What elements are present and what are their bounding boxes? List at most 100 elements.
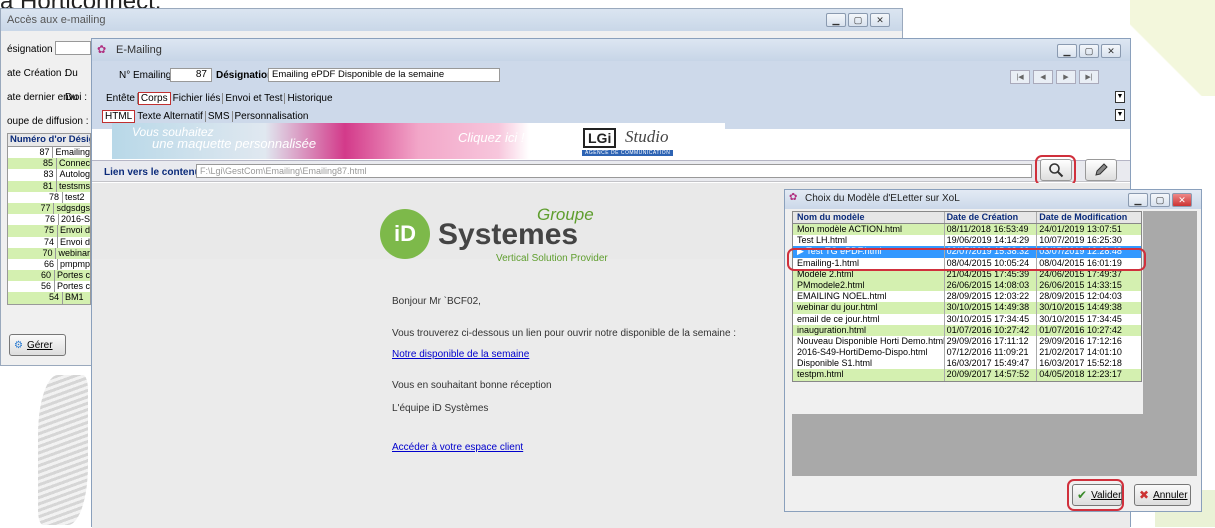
edit-template-button[interactable] (1085, 159, 1117, 181)
last-record-icon[interactable]: ▶| (1079, 70, 1099, 84)
designation-filter-input[interactable] (55, 41, 91, 55)
table-row[interactable]: Mon modèle ACTION.html 08/11/2018 16:53:4… (793, 224, 1141, 236)
maximize-icon[interactable]: ▢ (1150, 193, 1170, 207)
table-row[interactable]: PMmodele2.html 26/06/2015 14:08:03 26/06/2… (793, 279, 1141, 292)
table-row[interactable]: 2016-S49-HortiDemo-Dispo.html 07/12/2016 … (793, 347, 1141, 359)
list-item[interactable]: 87 Emailing (8, 147, 90, 159)
grid-empty-area-right (1143, 211, 1197, 476)
id-systemes-logo: iD Groupe Systemes Vertical Solution Pro… (380, 205, 620, 266)
list-item-designation: sdgsdgs (53, 202, 90, 215)
content-link-field[interactable]: F:\Lgi\GestCom\Emailing\Emailing87.html (196, 164, 1032, 178)
list-item-designation: pmpmp (56, 258, 90, 271)
template-created-cell: 28/09/2015 12:03:22 (943, 291, 1037, 303)
table-row[interactable]: Disponible S1.html 16/03/2017 15:49:47 16/… (793, 358, 1141, 370)
creation-date-from-label: Du (65, 68, 78, 79)
table-row[interactable]: EMAILING NOEL.html 28/09/2015 12:03:22 28/… (793, 291, 1141, 303)
emailing-access-window-controls: ▁ ▢ ✕ (826, 13, 890, 27)
list-item[interactable]: 77 sdgsdgs (8, 202, 90, 215)
template-name-cell: 2016-S49-HortiDemo-Dispo.html (797, 347, 928, 358)
tab-entete[interactable]: Entête (104, 92, 138, 104)
list-item-number: 75 (43, 225, 54, 236)
column-header-name[interactable]: Nom du modèle (793, 212, 944, 223)
dialog-window-controls: ▁ ▢ ✕ (1128, 193, 1192, 207)
minimize-icon[interactable]: ▁ (826, 13, 846, 27)
cancel-icon: ✖ (1139, 488, 1150, 502)
list-item-designation: BM1 (62, 292, 90, 304)
list-item-number: 85 (42, 158, 53, 169)
template-modified-cell: 04/05/2018 12:23:17 (1036, 369, 1141, 381)
template-modified-cell: 29/09/2016 17:12:16 (1036, 335, 1141, 348)
table-row[interactable]: testpm.html 20/09/2017 14:57:52 04/05/2018… (793, 369, 1141, 381)
list-item[interactable]: 83 Autolog (8, 169, 90, 181)
lgi-studio-banner[interactable]: Vous souhaitez une maquette personnalisé… (112, 123, 725, 159)
list-item-designation: Connec (55, 158, 90, 170)
table-row[interactable]: webinar du jour.html 30/10/2015 14:49:38 3… (793, 302, 1141, 314)
client-space-link[interactable]: Accéder à votre espace client (392, 442, 523, 453)
annuler-button[interactable]: ✖ Annuler (1134, 484, 1191, 506)
table-row[interactable]: Test LH.html 19/06/2019 14:14:29 10/07/201… (793, 235, 1141, 247)
list-item[interactable]: 66 pmpmp (8, 258, 90, 271)
list-item[interactable]: 56 Portes c (8, 281, 90, 293)
list-item[interactable]: 60 Portes c (8, 270, 90, 282)
id-logo-circle: iD (380, 209, 430, 259)
table-row[interactable]: Nouveau Disponible Horti Demo.html 29/09/… (793, 335, 1141, 348)
list-item[interactable]: 81 testsms (8, 180, 90, 192)
decorative-corner-shape (1130, 0, 1215, 96)
valider-button[interactable]: ✔ Valider (1072, 484, 1122, 506)
list-item-designation: Portes c (53, 281, 90, 293)
studio-logo-text: Studio (625, 127, 669, 146)
previous-record-icon[interactable]: ◀ (1033, 70, 1053, 84)
list-item[interactable]: 54 BM1 (8, 292, 90, 304)
maximize-icon[interactable]: ▢ (848, 13, 868, 27)
column-header-modified[interactable]: Date de Modification (1036, 212, 1141, 223)
close-icon[interactable]: ✕ (1101, 44, 1121, 58)
last-send-date-from-label: Du (65, 92, 78, 103)
next-record-icon[interactable]: ▶ (1056, 70, 1076, 84)
column-header-created[interactable]: Date de Création (943, 212, 1037, 223)
table-row[interactable]: inauguration.html 01/07/2016 10:27:42 01/0… (793, 324, 1141, 336)
email-greeting: Bonjour Mr `BCF02, (392, 296, 481, 307)
emailing-number-field[interactable]: 87 (170, 68, 212, 82)
template-modified-cell: 30/10/2015 17:34:45 (1036, 313, 1141, 325)
tabs-dropdown-icon[interactable]: ▼ (1115, 91, 1125, 103)
maximize-icon[interactable]: ▢ (1079, 44, 1099, 58)
template-modified-cell: 01/07/2016 10:27:42 (1036, 324, 1141, 336)
tab-sms[interactable]: SMS (206, 110, 233, 122)
template-created-cell: 01/07/2016 10:27:42 (943, 324, 1037, 336)
gerer-button[interactable]: ⚙ Gérer (9, 334, 66, 356)
first-record-icon[interactable]: |◀ (1010, 70, 1030, 84)
tab-fichiers-lies[interactable]: Fichier liés (171, 92, 224, 104)
tab-texte-alternatif[interactable]: Texte Alternatif (135, 110, 206, 122)
table-row[interactable]: email de ce jour.html 30/10/2015 17:34:45… (793, 313, 1141, 325)
list-item[interactable]: 78 test2 (8, 191, 90, 203)
banner-cta-text: Cliquez ici ! (458, 130, 525, 145)
list-item[interactable]: 85 Connec (8, 158, 90, 170)
list-item[interactable]: 70 webinar (8, 247, 90, 259)
minimize-icon[interactable]: ▁ (1128, 193, 1148, 207)
tab-personnalisation[interactable]: Personnalisation (233, 111, 311, 122)
tab-envoi-test[interactable]: Envoi et Test (223, 92, 286, 104)
tab-historique[interactable]: Historique (285, 93, 334, 104)
list-item-designation: Envoi d (56, 225, 90, 237)
tab-html[interactable]: HTML (102, 109, 136, 123)
minimize-icon[interactable]: ▁ (1057, 44, 1077, 58)
template-name-cell: Disponible S1.html (797, 358, 873, 369)
list-item-number: 76 (44, 214, 55, 225)
emailing-window-controls: ▁ ▢ ✕ (1057, 44, 1121, 58)
template-created-cell: 30/10/2015 14:49:38 (943, 302, 1037, 314)
disponible-link[interactable]: Notre disponible de la semaine (392, 349, 529, 360)
emailing-list-grid: Numéro d'or Désign 87Emailing85Connec83A… (7, 133, 91, 305)
list-item[interactable]: 74 Envoi d (8, 236, 90, 248)
list-item[interactable]: 75 Envoi d (8, 225, 90, 237)
list-item-number: 81 (42, 180, 53, 191)
close-icon[interactable]: ✕ (870, 13, 890, 27)
subtabs-dropdown-icon[interactable]: ▼ (1115, 109, 1125, 121)
pencil-icon (1095, 163, 1108, 176)
close-icon[interactable]: ✕ (1172, 193, 1192, 207)
search-template-button[interactable] (1040, 159, 1072, 181)
designation-field[interactable]: Emailing ePDF Disponible de la semaine (268, 68, 500, 82)
template-name-cell: Nouveau Disponible Horti Demo.html (797, 335, 944, 346)
tab-corps[interactable]: Corps (137, 91, 171, 105)
list-item[interactable]: 76 2016-S (8, 214, 90, 226)
search-icon (1049, 163, 1064, 178)
